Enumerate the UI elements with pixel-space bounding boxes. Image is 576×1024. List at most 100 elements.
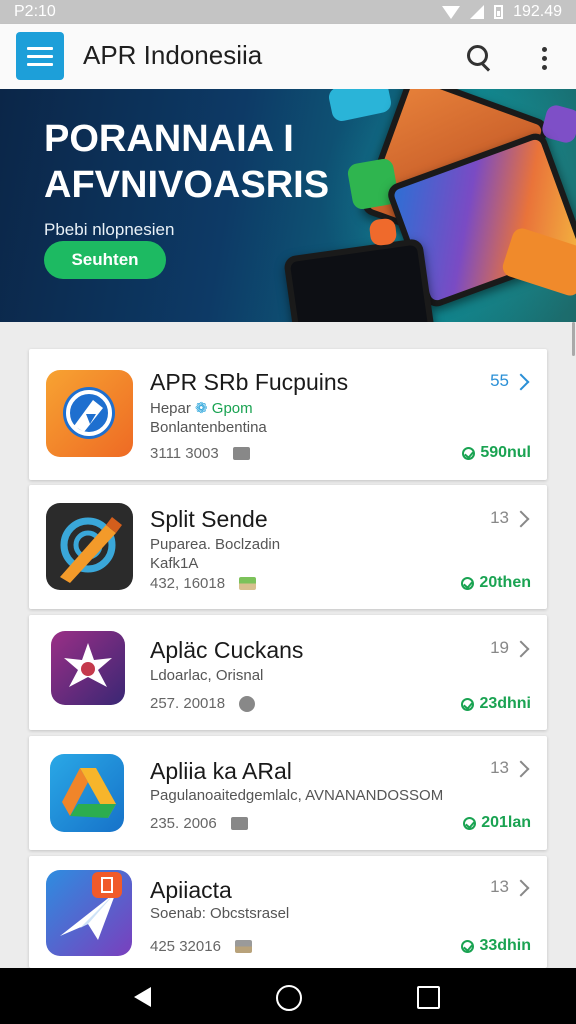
status-icons: 192.49 [442,3,562,21]
app-meta: 257. 20018 [150,695,256,712]
chevron-right-icon[interactable] [512,879,530,897]
star-icon [64,643,112,687]
app-title: APR Indonesiia [83,40,263,70]
app-meta: 425 32016 [150,938,252,955]
app-name: APR SRb Fucpuins [150,369,349,395]
menu-button[interactable] [16,32,64,80]
install-status-text: 590nul [480,444,531,461]
more-dot [541,46,547,52]
signal-icon [470,5,485,19]
system-nav-bar [0,968,576,1024]
app-icon [46,870,132,956]
chevron-right-icon[interactable] [512,510,530,528]
app-developer: Ldoarlac, Orisnal [150,667,264,684]
install-status: 201lan [463,814,531,832]
gear-icon: ❁ [195,400,208,417]
pencil-target-icon [60,517,122,583]
check-circle-icon [463,816,477,830]
app-name: Split Sende [150,506,268,532]
check-circle-icon [461,939,475,953]
app-meta-text: 3111 3003 [150,445,219,462]
status-right-text: 192.49 [513,3,562,20]
status-time: P2:10 [14,3,56,20]
list-item[interactable]: Apiiacta Soenab: Obcstsrasel 425 32016 1… [29,856,547,968]
app-category: Bonlantenbentina [150,419,267,436]
mail-icon [230,817,248,830]
app-category: Kafk1A [150,555,199,572]
status-bar: P2:10 192.49 [0,0,576,24]
install-status: 33dhin [461,937,531,955]
app-meta: 432, 16018 [150,575,257,592]
drive-icon [62,768,116,818]
banner-cta-button[interactable]: Seuhten [44,241,166,279]
app-badge: 55 [490,371,509,390]
chevron-right-icon[interactable] [512,640,530,658]
install-status: 20then [461,574,531,592]
app-badge: 13 [490,508,509,527]
check-circle-icon [461,576,475,590]
app-meta: 3111 3003 [150,445,250,462]
app-developer: Puparea. Boclzadin [150,536,281,553]
app-meta: 235. 2006 [150,815,248,832]
banner-headline-line1: PORANNAIA I [44,118,294,160]
image-icon [239,577,257,590]
more-options-button[interactable] [530,40,558,76]
more-dot [541,64,547,70]
list-item[interactable]: APR SRb Fucpuins Hepar ❁ Gpom Bonlantenb… [29,349,547,480]
menu-line [27,62,53,66]
menu-line [27,46,53,50]
install-status-text: 201lan [481,814,531,831]
check-circle-icon [461,697,475,711]
banner-text: PORANNAIA I AFVNIVOASRIS Pbebi nlopnesie… [44,116,329,240]
recent-apps-icon[interactable] [417,986,440,1009]
install-status: 590nul [462,444,531,462]
home-icon[interactable] [276,985,302,1011]
phone-illustration [283,237,437,322]
search-icon-handle [480,62,491,72]
install-status-text: 33dhin [479,937,531,954]
more-dot [541,55,547,61]
scroll-indicator[interactable] [572,322,575,356]
app-developer-tag: Gpom [211,400,253,417]
check-circle-icon [462,446,476,460]
install-status: 23dhni [461,695,531,713]
install-status-text: 23dhni [479,695,531,712]
decorative-tile [368,217,398,247]
app-icon [50,754,124,832]
banner-subtitle: Pbebi nlopnesien [44,220,175,239]
mail-icon [232,447,250,460]
promo-banner[interactable]: PORANNAIA I AFVNIVOASRIS Pbebi nlopnesie… [0,89,576,322]
search-icon [467,45,488,66]
app-name: Apliia ka ARal [150,758,292,784]
app-developer: Soenab: Obcstsrasel [150,905,290,922]
app-meta-text: 425 32016 [150,938,221,955]
app-icon [46,503,133,590]
battery-icon [494,5,504,19]
app-name: Apläc Cuckans [150,637,304,663]
search-button[interactable] [458,38,498,78]
image-icon [234,940,252,953]
chevron-right-icon[interactable] [512,760,530,778]
send-icon [60,872,122,940]
list-item[interactable]: Apliia ka ARal Pagulanoaitedgemlalc, AVN… [29,736,547,850]
back-icon[interactable] [134,987,151,1007]
app-bar: APR Indonesiia [0,24,576,89]
app-badge: 19 [490,638,509,657]
wifi-icon [442,5,461,19]
chevron-right-icon[interactable] [512,373,530,391]
app-meta-text: 257. 20018 [150,695,226,712]
list-item[interactable]: Apläc Cuckans Ldoarlac, Orisnal 257. 200… [29,615,547,730]
app-meta-text: 235. 2006 [150,815,217,832]
list-item[interactable]: Split Sende Puparea. Boclzadin Kafk1A 43… [29,485,547,609]
compass-icon [63,387,115,439]
app-icon [51,631,125,705]
install-status-text: 20then [479,574,531,591]
app-developer: Hepar ❁ Gpom [150,399,253,417]
app-developer: Pagulanoaitedgemlalc, AVNANANDOSSOM [150,787,444,804]
app-icon [46,370,133,457]
verified-icon [239,695,256,712]
app-name: Apiiacta [150,877,232,903]
app-developer-name: Hepar [150,400,191,417]
app-meta-text: 432, 16018 [150,575,226,592]
app-badge: 13 [490,877,509,896]
